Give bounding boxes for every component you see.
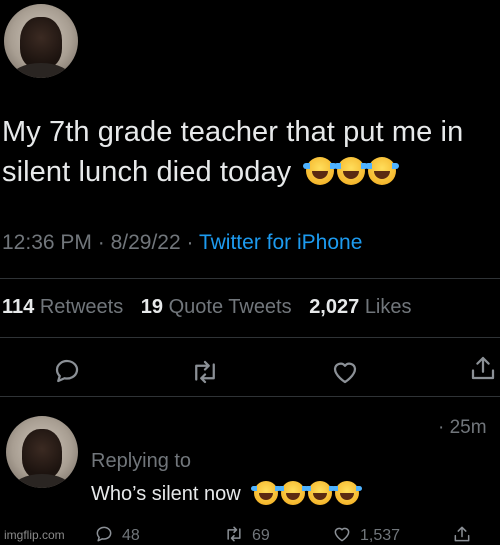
reply-text: Who’s silent now [91,481,362,506]
replying-to-label: Replying to [91,450,192,472]
tears-of-joy-emoji-icon [303,157,338,185]
divider [0,337,500,338]
reply-icon [96,526,112,542]
tears-of-joy-emoji-icon [331,481,362,505]
avatar-face [20,17,62,70]
tweet-text: My 7th grade teacher that put me in sile… [2,112,500,192]
tears-of-joy-emoji-icon [277,481,308,505]
meta-separator: · [97,231,105,254]
tears-of-joy-emoji-icon [250,481,281,505]
reply-retweet-button[interactable]: 69 [224,524,270,544]
likes-label: Likes [364,296,412,318]
share-icon [471,356,495,380]
reply-like-button[interactable]: 1,537 [332,524,400,544]
tweet-text-line-2-words: silent lunch died today [2,156,292,188]
retweet-icon [195,360,215,384]
heart-icon [333,362,357,384]
retweet-count: 69 [252,527,270,544]
reply-author-avatar[interactable] [6,416,78,488]
retweets-count: 114 [2,296,35,318]
reply-text-words: Who’s silent now [91,483,241,505]
retweet-icon [227,526,241,542]
tears-of-joy-emoji-icon [304,481,335,505]
author-avatar[interactable] [4,4,78,78]
meta-separator: · [186,231,194,254]
tweet-date[interactable]: 8/29/22 [111,231,181,254]
avatar-shirt [11,63,71,78]
tears-of-joy-emoji-icon [365,157,400,185]
like-count: 1,537 [360,527,401,544]
reply-timestamp[interactable]: · 25m [438,417,487,439]
like-button[interactable] [330,357,360,387]
quote-tweets-stat[interactable]: 19 Quote Tweets [141,296,292,318]
retweets-label: Retweets [39,296,124,318]
tweet-meta: 12:36 PM · 8/29/22 · Twitter for iPhone [2,231,362,255]
reply-icon [55,359,79,383]
tweet-time[interactable]: 12:36 PM [2,231,92,254]
tears-of-joy-emoji-icon [334,157,369,185]
divider [0,278,500,279]
imgflip-watermark: imgflip.com [4,528,65,542]
quote-count: 19 [140,296,164,318]
divider [0,396,500,397]
reply-reply-button[interactable]: 48 [94,524,140,544]
avatar-face [21,428,63,480]
tweet-stats: 114 Retweets 19 Quote Tweets 2,027 Likes [2,296,412,319]
retweet-button[interactable] [190,357,220,387]
tweet-text-line-2: silent lunch died today [2,152,500,192]
share-button[interactable] [468,353,498,383]
reply-button[interactable] [52,356,82,386]
heart-icon [334,527,350,542]
likes-stat[interactable]: 2,027 Likes [309,296,411,318]
avatar-shirt [13,473,71,488]
tweet-text-line-1: My 7th grade teacher that put me in [2,116,464,148]
quote-label: Quote Tweets [168,296,292,318]
reply-share-button[interactable] [452,524,472,544]
tweet-source-link[interactable]: Twitter for iPhone [199,231,362,254]
reply-count: 48 [122,527,140,544]
likes-count: 2,027 [309,296,360,318]
retweets-stat[interactable]: 114 Retweets [2,296,123,318]
share-icon [454,526,470,542]
